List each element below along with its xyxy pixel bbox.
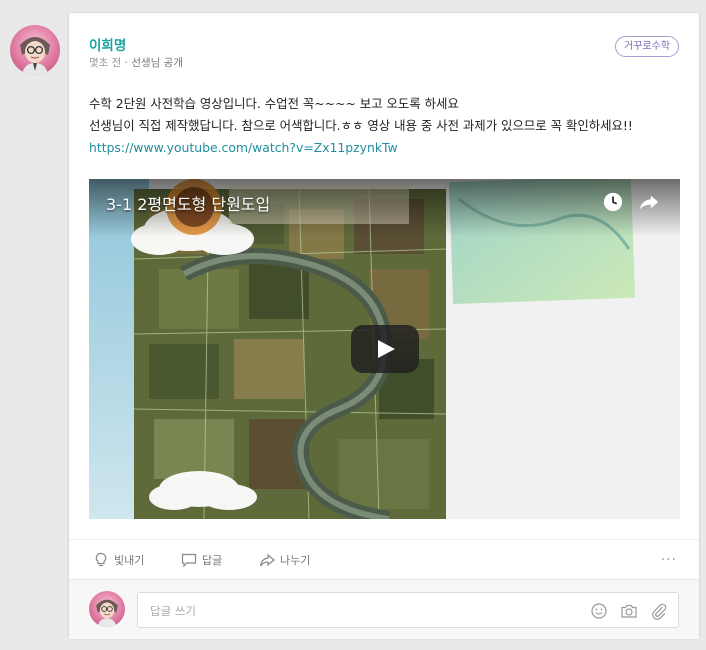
more-options-button[interactable]: ··· <box>661 552 677 568</box>
emoji-icon[interactable] <box>590 602 608 620</box>
video-title[interactable]: 3-1 2평면도형 단원도입 <box>106 191 270 215</box>
meta-separator: · <box>121 57 132 69</box>
post-line-2: 선생님이 직접 제작했답니다. 참으로 어색합니다.ㅎㅎ 영상 내용 중 사전 … <box>89 118 633 133</box>
comment-button[interactable]: 답글 <box>181 540 222 580</box>
play-button[interactable] <box>351 325 419 373</box>
post-meta: 몇초 전 · 선생님 공개 <box>89 55 183 70</box>
post-time: 몇초 전 <box>89 57 122 69</box>
share-arrow-icon[interactable] <box>638 191 660 213</box>
user-avatar[interactable] <box>89 591 125 627</box>
visibility-label: 선생님 공개 <box>131 57 183 69</box>
camera-icon[interactable] <box>620 602 638 620</box>
post-card: 이희명 몇초 전 · 선생님 공개 거꾸로수학 수학 2단원 사전학습 영상입니… <box>68 12 700 639</box>
comment-input[interactable]: 답글 쓰기 <box>137 592 679 628</box>
action-bar: 빛내기 답글 나누기 ··· <box>69 539 699 579</box>
comment-label: 답글 <box>202 554 223 567</box>
share-label: 나누기 <box>280 554 311 567</box>
speech-bubble-icon <box>181 553 197 568</box>
play-icon <box>378 340 395 358</box>
like-button[interactable]: 빛내기 <box>93 540 144 580</box>
author-avatar[interactable] <box>10 25 60 75</box>
post-body: 수학 2단원 사전학습 영상입니다. 수업전 꼭~~~~ 보고 오도록 하세요 … <box>89 93 689 159</box>
share-button[interactable]: 나누기 <box>259 540 310 580</box>
clock-icon[interactable] <box>602 191 624 213</box>
lightbulb-icon <box>95 552 107 567</box>
comment-placeholder: 답글 쓰기 <box>150 604 196 618</box>
group-badge[interactable]: 거꾸로수학 <box>615 36 679 57</box>
video-embed[interactable]: 3-1 2평면도형 단원도입 <box>89 179 680 519</box>
post-line-1: 수학 2단원 사전학습 영상입니다. 수업전 꼭~~~~ 보고 오도록 하세요 <box>89 96 459 111</box>
share-icon <box>259 553 275 567</box>
author-name[interactable]: 이희명 <box>89 34 126 54</box>
post-link[interactable]: https://www.youtube.com/watch?v=Zx11pzyn… <box>89 140 398 155</box>
comment-bar: 답글 쓰기 <box>69 579 699 639</box>
like-label: 빛내기 <box>114 554 145 567</box>
attach-icon[interactable] <box>650 602 668 620</box>
